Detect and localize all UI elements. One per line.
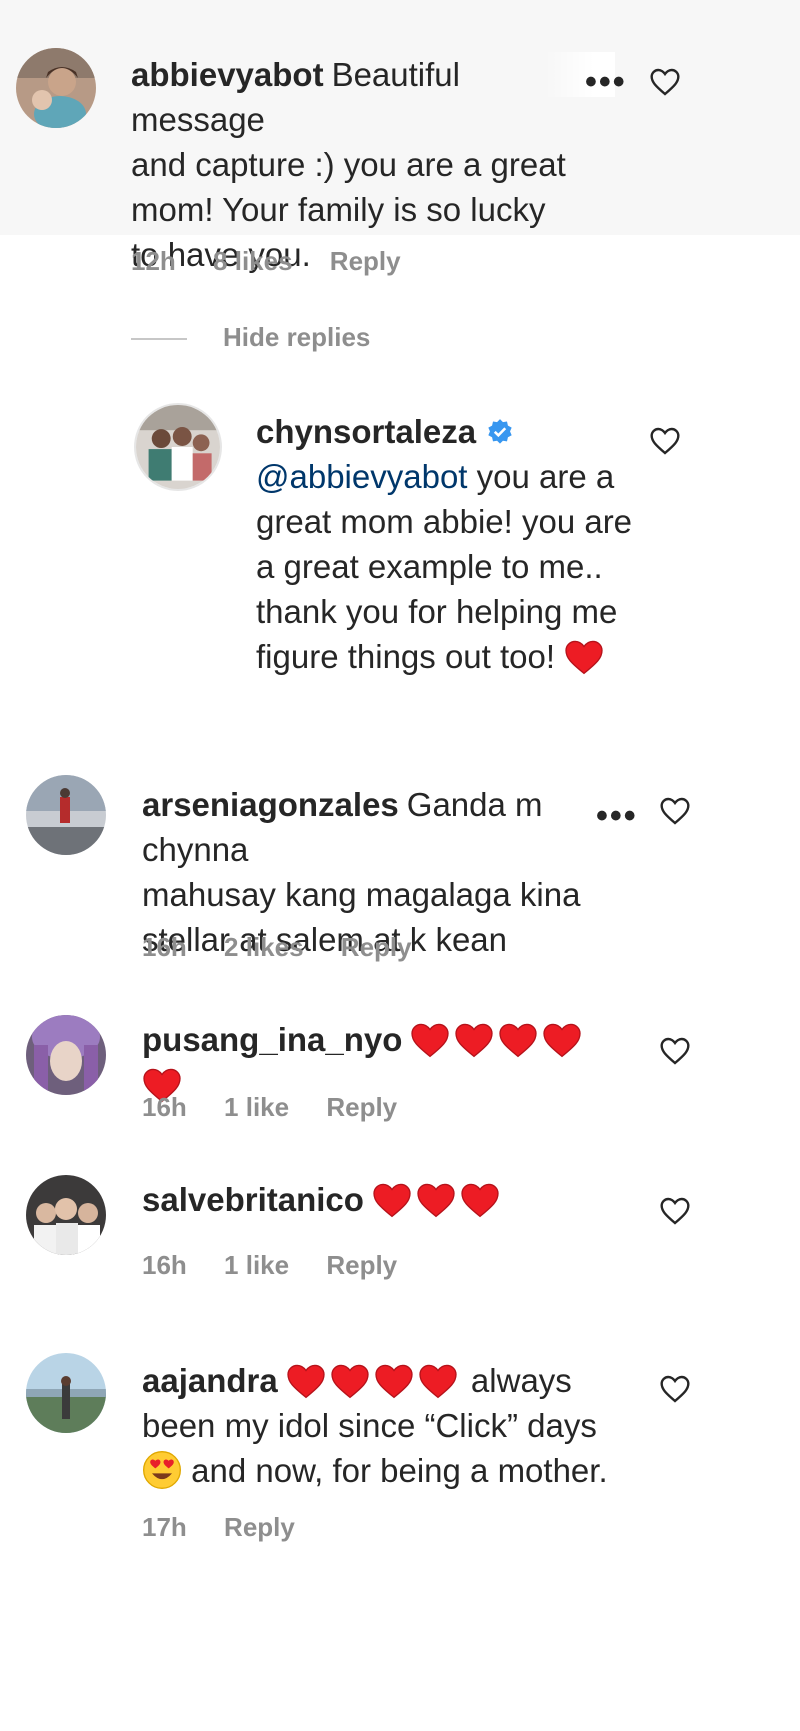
mention-link[interactable]: @abbievyabot [256,458,467,495]
comment-meta: 17h Reply [142,1510,325,1544]
red-heart-emoji [542,1022,582,1058]
likes-count[interactable]: 1 like [224,1250,289,1280]
reply-button[interactable]: Reply [326,1092,397,1122]
more-options-icon[interactable]: ••• [585,65,627,99]
reply-button[interactable]: Reply [330,246,401,276]
red-heart-emoji [564,639,604,675]
avatar[interactable] [134,403,222,491]
red-heart-emoji [410,1022,450,1058]
comment-meta: 12h 8 likes Reply [131,244,431,278]
username-link[interactable]: aajandra [142,1362,278,1399]
username-link[interactable]: chynsortaleza [256,413,476,450]
reply-button[interactable]: Reply [224,1512,295,1542]
comment-text: aajandra always been my idol since “Clic… [142,1358,642,1493]
comment-body: always [470,1362,572,1399]
like-heart-icon[interactable] [658,1373,692,1405]
like-heart-icon[interactable] [658,1195,692,1227]
timestamp[interactable]: 16h [142,1250,187,1280]
verified-badge-icon [486,418,514,446]
avatar[interactable] [16,48,96,128]
red-heart-emoji [330,1363,370,1399]
red-heart-emoji [416,1182,456,1218]
comment-meta: 16h 1 like Reply [142,1248,427,1282]
timestamp[interactable]: 12h [131,246,176,276]
comment-meta: 16h 2 likes Reply [142,930,442,964]
username-link[interactable]: arseniagonzales [142,786,399,823]
like-heart-icon[interactable] [648,425,682,457]
like-heart-icon[interactable] [648,66,682,98]
red-heart-emoji [418,1363,458,1399]
avatar[interactable] [26,1353,106,1433]
red-heart-emoji [372,1182,412,1218]
comment-meta: 16h 1 like Reply [142,1090,427,1124]
hide-replies-line [131,338,187,340]
more-options-icon[interactable]: ••• [596,799,638,833]
comment-text: salvebritanico [142,1177,622,1222]
red-heart-emoji [454,1022,494,1058]
red-heart-emoji [374,1363,414,1399]
avatar[interactable] [26,1175,106,1255]
red-heart-emoji [286,1363,326,1399]
reply-button[interactable]: Reply [326,1250,397,1280]
reply-button[interactable]: Reply [341,932,412,962]
avatar[interactable] [26,1015,106,1095]
hide-replies-button[interactable]: Hide replies [223,320,370,354]
timestamp[interactable]: 17h [142,1512,187,1542]
like-heart-icon[interactable] [658,795,692,827]
timestamp[interactable]: 16h [142,1092,187,1122]
red-heart-emoji [498,1022,538,1058]
red-heart-emoji [460,1182,500,1218]
username-link[interactable]: salvebritanico [142,1181,364,1218]
heart-eyes-emoji [142,1450,182,1490]
comment-body: been my idol since “Click” days [142,1407,597,1444]
timestamp[interactable]: 16h [142,932,187,962]
username-link[interactable]: abbievyabot [131,56,324,93]
reply-text: chynsortaleza @abbievyabot you are a gre… [256,409,636,679]
likes-count[interactable]: 8 likes [213,246,293,276]
username-link[interactable]: pusang_ina_nyo [142,1021,402,1058]
comment-body: and now, for being a mother. [182,1452,608,1489]
avatar[interactable] [26,775,106,855]
likes-count[interactable]: 1 like [224,1092,289,1122]
likes-count[interactable]: 2 likes [224,932,304,962]
like-heart-icon[interactable] [658,1035,692,1067]
